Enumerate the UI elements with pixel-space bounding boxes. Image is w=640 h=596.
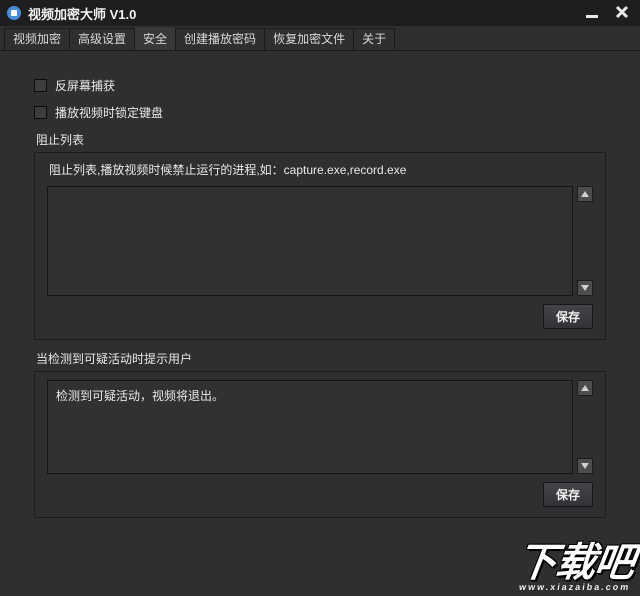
suspicious-title: 当检测到可疑活动时提示用户 — [36, 350, 606, 367]
block-list-textarea[interactable] — [47, 186, 573, 296]
suspicious-group: 保存 — [34, 371, 606, 518]
window-controls — [582, 2, 632, 22]
watermark: 下载吧 www.xiazaiba.com — [513, 530, 639, 592]
lock-keyboard-row: 播放视频时锁定键盘 — [34, 104, 606, 121]
scroll-down-button[interactable] — [577, 458, 593, 474]
suspicious-section: 当检测到可疑活动时提示用户 保存 — [34, 350, 606, 518]
scroll-down-button[interactable] — [577, 280, 593, 296]
tab-video-encrypt[interactable]: 视频加密 — [4, 28, 70, 50]
anti-capture-checkbox[interactable] — [34, 79, 47, 92]
anti-capture-label: 反屏幕捕获 — [55, 77, 115, 94]
lock-keyboard-label: 播放视频时锁定键盘 — [55, 104, 163, 121]
suspicious-textarea-wrap — [47, 380, 593, 474]
block-list-section: 阻止列表 阻止列表,播放视频时候禁止运行的进程,如：capture.exe,re… — [34, 131, 606, 340]
lock-keyboard-checkbox[interactable] — [34, 106, 47, 119]
suspicious-textarea[interactable] — [47, 380, 573, 474]
block-list-save-button[interactable]: 保存 — [543, 304, 593, 329]
block-list-scrollbar — [577, 186, 593, 296]
anti-capture-row: 反屏幕捕获 — [34, 77, 606, 94]
block-list-title: 阻止列表 — [36, 131, 606, 148]
app-window: 视频加密大师 V1.0 视频加密 高级设置 安全 创建播放密码 恢复加密文件 关… — [0, 0, 640, 596]
suspicious-button-row: 保存 — [47, 482, 593, 507]
watermark-url: www.xiazaiba.com — [513, 582, 631, 592]
tab-restore[interactable]: 恢复加密文件 — [264, 28, 354, 50]
app-icon — [6, 5, 22, 21]
title-bar: 视频加密大师 V1.0 — [0, 0, 640, 26]
suspicious-save-button[interactable]: 保存 — [543, 482, 593, 507]
suspicious-scrollbar — [577, 380, 593, 474]
tab-create-password[interactable]: 创建播放密码 — [175, 28, 265, 50]
tab-security[interactable]: 安全 — [134, 28, 176, 50]
content-area: 反屏幕捕获 播放视频时锁定键盘 阻止列表 阻止列表,播放视频时候禁止运行的进程,… — [0, 51, 640, 530]
block-list-textarea-wrap — [47, 186, 593, 296]
watermark-text: 下载吧 — [514, 540, 637, 585]
close-button[interactable] — [612, 2, 632, 22]
tab-about[interactable]: 关于 — [353, 28, 395, 50]
block-list-button-row: 保存 — [47, 304, 593, 329]
tab-advanced[interactable]: 高级设置 — [69, 28, 135, 50]
scroll-up-button[interactable] — [577, 380, 593, 396]
scroll-up-button[interactable] — [577, 186, 593, 202]
tab-bar: 视频加密 高级设置 安全 创建播放密码 恢复加密文件 关于 — [0, 26, 640, 51]
window-title: 视频加密大师 V1.0 — [28, 4, 136, 23]
block-list-group: 阻止列表,播放视频时候禁止运行的进程,如：capture.exe,record.… — [34, 152, 606, 340]
minimize-button[interactable] — [582, 2, 602, 22]
block-list-hint: 阻止列表,播放视频时候禁止运行的进程,如：capture.exe,record.… — [49, 161, 593, 178]
